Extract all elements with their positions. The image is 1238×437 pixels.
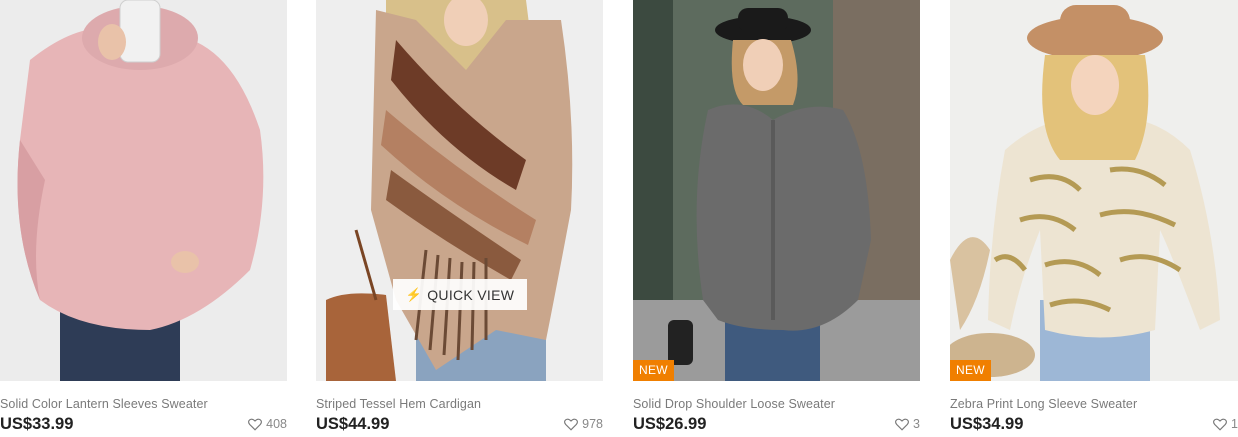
lightning-icon: ⚡	[405, 286, 423, 302]
product-price: US$33.99	[0, 415, 74, 433]
product-price: US$26.99	[633, 415, 707, 433]
product-price: US$44.99	[316, 415, 390, 433]
like-count: 978	[582, 417, 603, 431]
quick-view-label: QUICK VIEW	[427, 286, 515, 303]
like-count: 3	[913, 417, 920, 431]
heart-icon	[1213, 418, 1228, 431]
heart-icon	[248, 418, 263, 431]
like-button[interactable]: 408	[248, 417, 287, 431]
like-button[interactable]: 1	[1213, 417, 1238, 431]
product-card[interactable]: NEW Solid Drop Shoulder Loose Sweater US…	[633, 0, 920, 437]
heart-icon	[564, 418, 579, 431]
new-badge: NEW	[950, 360, 991, 381]
like-count: 408	[266, 417, 287, 431]
product-name[interactable]: Striped Tessel Hem Cardigan	[316, 397, 481, 411]
like-button[interactable]: 3	[895, 417, 920, 431]
product-name[interactable]: Solid Color Lantern Sleeves Sweater	[0, 397, 208, 411]
like-count: 1	[1231, 417, 1238, 431]
product-card[interactable]: ⚡ QUICK VIEW Striped Tessel Hem Cardigan…	[316, 0, 603, 437]
product-name[interactable]: Solid Drop Shoulder Loose Sweater	[633, 397, 835, 411]
product-image[interactable]	[316, 0, 603, 381]
product-price: US$34.99	[950, 415, 1024, 433]
product-image[interactable]	[950, 0, 1238, 381]
new-badge: NEW	[633, 360, 674, 381]
product-card[interactable]: NEW Zebra Print Long Sleeve Sweater US$3…	[950, 0, 1238, 437]
product-card[interactable]: Solid Color Lantern Sleeves Sweater US$3…	[0, 0, 287, 437]
product-image[interactable]	[633, 0, 920, 381]
heart-icon	[895, 418, 910, 431]
product-name[interactable]: Zebra Print Long Sleeve Sweater	[950, 397, 1137, 411]
like-button[interactable]: 978	[564, 417, 603, 431]
product-image[interactable]	[0, 0, 287, 381]
quick-view-button[interactable]: ⚡ QUICK VIEW	[393, 279, 527, 310]
